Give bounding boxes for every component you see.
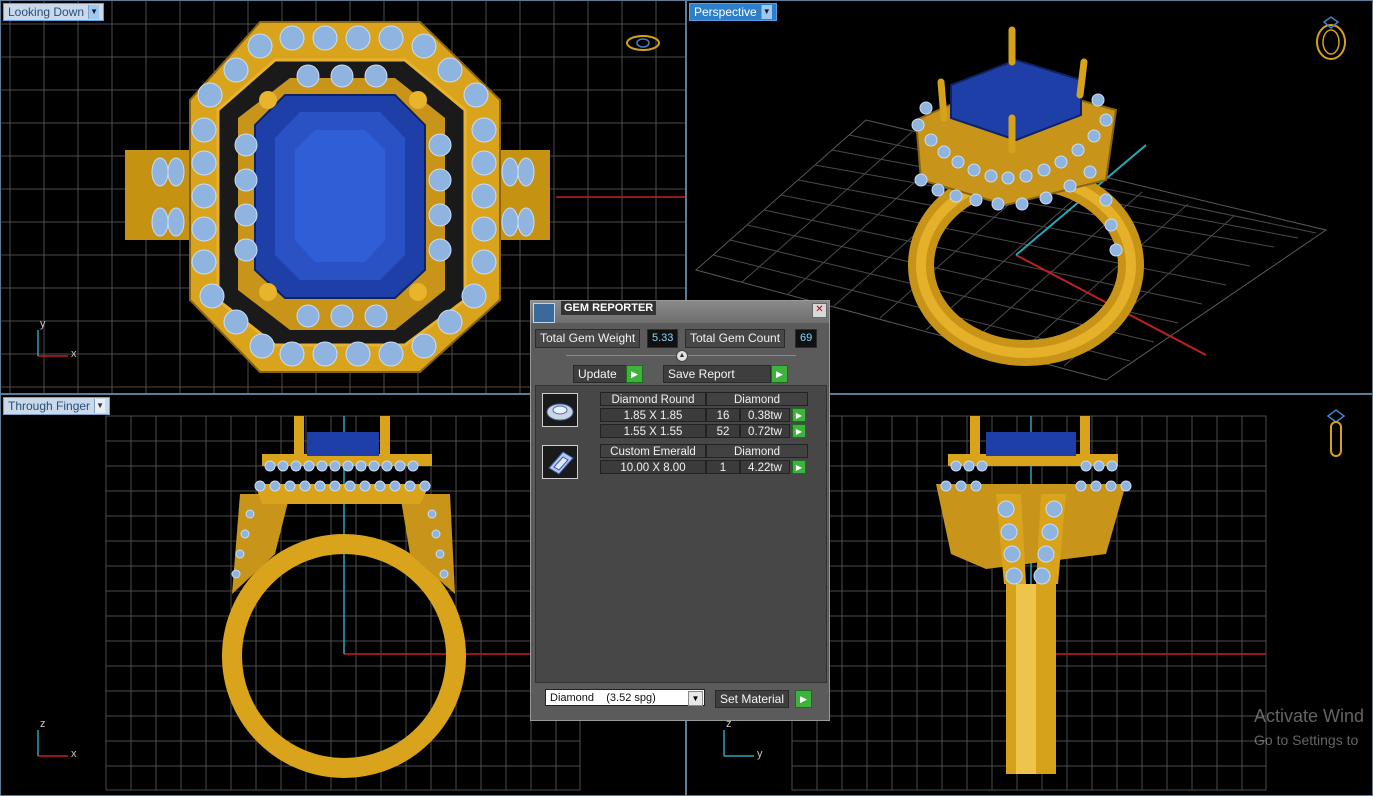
row-play-icon[interactable]: ▶ [792, 460, 806, 474]
gem-material-label: Diamond [706, 392, 808, 406]
total-gem-count-label: Total Gem Count [685, 329, 786, 348]
gem-count: 52 [706, 424, 740, 438]
axis-label-h: x [71, 748, 77, 760]
viewport-label-through-finger[interactable]: Through Finger ▼ [3, 397, 111, 415]
collapse-toggle-icon[interactable]: ▲ [676, 350, 688, 362]
gem-list[interactable]: Diamond Round Diamond 1.85 X 1.85 16 0.3… [535, 385, 827, 683]
chevron-down-icon[interactable]: ▼ [88, 5, 100, 19]
set-material-button[interactable]: Set Material [715, 690, 790, 708]
row-play-icon[interactable]: ▶ [792, 408, 806, 422]
gem-reporter-title: GEM REPORTER [561, 301, 657, 315]
gem-weight: 0.72tw [740, 424, 790, 438]
gem-group-diamond-round: Diamond Round Diamond 1.85 X 1.85 16 0.3… [540, 391, 822, 441]
axis-label-h: x [71, 348, 77, 360]
update-play-icon[interactable]: ▶ [626, 365, 643, 383]
set-material-play-icon[interactable]: ▶ [795, 690, 812, 708]
gem-reporter-panel[interactable]: GEM REPORTER ✕ Total Gem Weight 5.33 Tot… [530, 300, 830, 721]
viewport-label-text: Through Finger [8, 399, 91, 413]
viewport-label-text: Looking Down [8, 5, 85, 19]
gem-weight: 0.38tw [740, 408, 790, 422]
gem-size: 1.85 X 1.85 [600, 408, 706, 422]
gem-weight: 4.22tw [740, 460, 790, 474]
gem-group-custom-emerald: Custom Emerald Diamond 10.00 X 8.00 1 4.… [540, 443, 822, 479]
chevron-down-icon[interactable]: ▼ [760, 5, 772, 19]
gem-reporter-titlebar[interactable]: GEM REPORTER ✕ [531, 301, 829, 323]
activation-watermark-title: Activate Wind [1254, 706, 1365, 726]
gem-size: 1.55 X 1.55 [600, 424, 706, 438]
gem-size: 10.00 X 8.00 [600, 460, 706, 474]
axis-label-v: z [40, 718, 46, 730]
row-play-icon[interactable]: ▶ [792, 424, 806, 438]
chevron-down-icon[interactable]: ▼ [94, 399, 106, 413]
gem-material-label: Diamond [706, 444, 808, 458]
gem-shape-label: Custom Emerald [600, 444, 706, 458]
chevron-down-icon[interactable]: ▼ [688, 691, 703, 706]
gem-count: 16 [706, 408, 740, 422]
axis-label-h: y [757, 748, 763, 760]
total-gem-weight-label: Total Gem Weight [535, 329, 641, 348]
emerald-gem-icon [542, 445, 578, 479]
gem-shape-label: Diamond Round [600, 392, 706, 406]
viewport-label-looking-down[interactable]: Looking Down ▼ [3, 3, 105, 21]
total-gem-weight-value: 5.33 [647, 329, 679, 348]
viewport-label-perspective[interactable]: Perspective ▼ [689, 3, 777, 21]
save-report-play-icon[interactable]: ▶ [771, 365, 788, 383]
gem-reporter-app-icon [533, 303, 555, 323]
axis-label-v: y [40, 318, 46, 330]
round-gem-icon [542, 393, 578, 427]
viewport-label-text: Perspective [694, 5, 757, 19]
material-select-value: Diamond (3.52 spg) [550, 692, 656, 704]
material-select[interactable]: Diamond (3.52 spg) ▼ [545, 689, 705, 706]
save-report-button[interactable]: Save Report [663, 365, 771, 383]
gem-count: 1 [706, 460, 740, 474]
activation-watermark-subtitle: Go to Settings to [1254, 732, 1359, 748]
close-icon[interactable]: ✕ [812, 303, 827, 318]
total-gem-count-value: 69 [795, 329, 818, 348]
